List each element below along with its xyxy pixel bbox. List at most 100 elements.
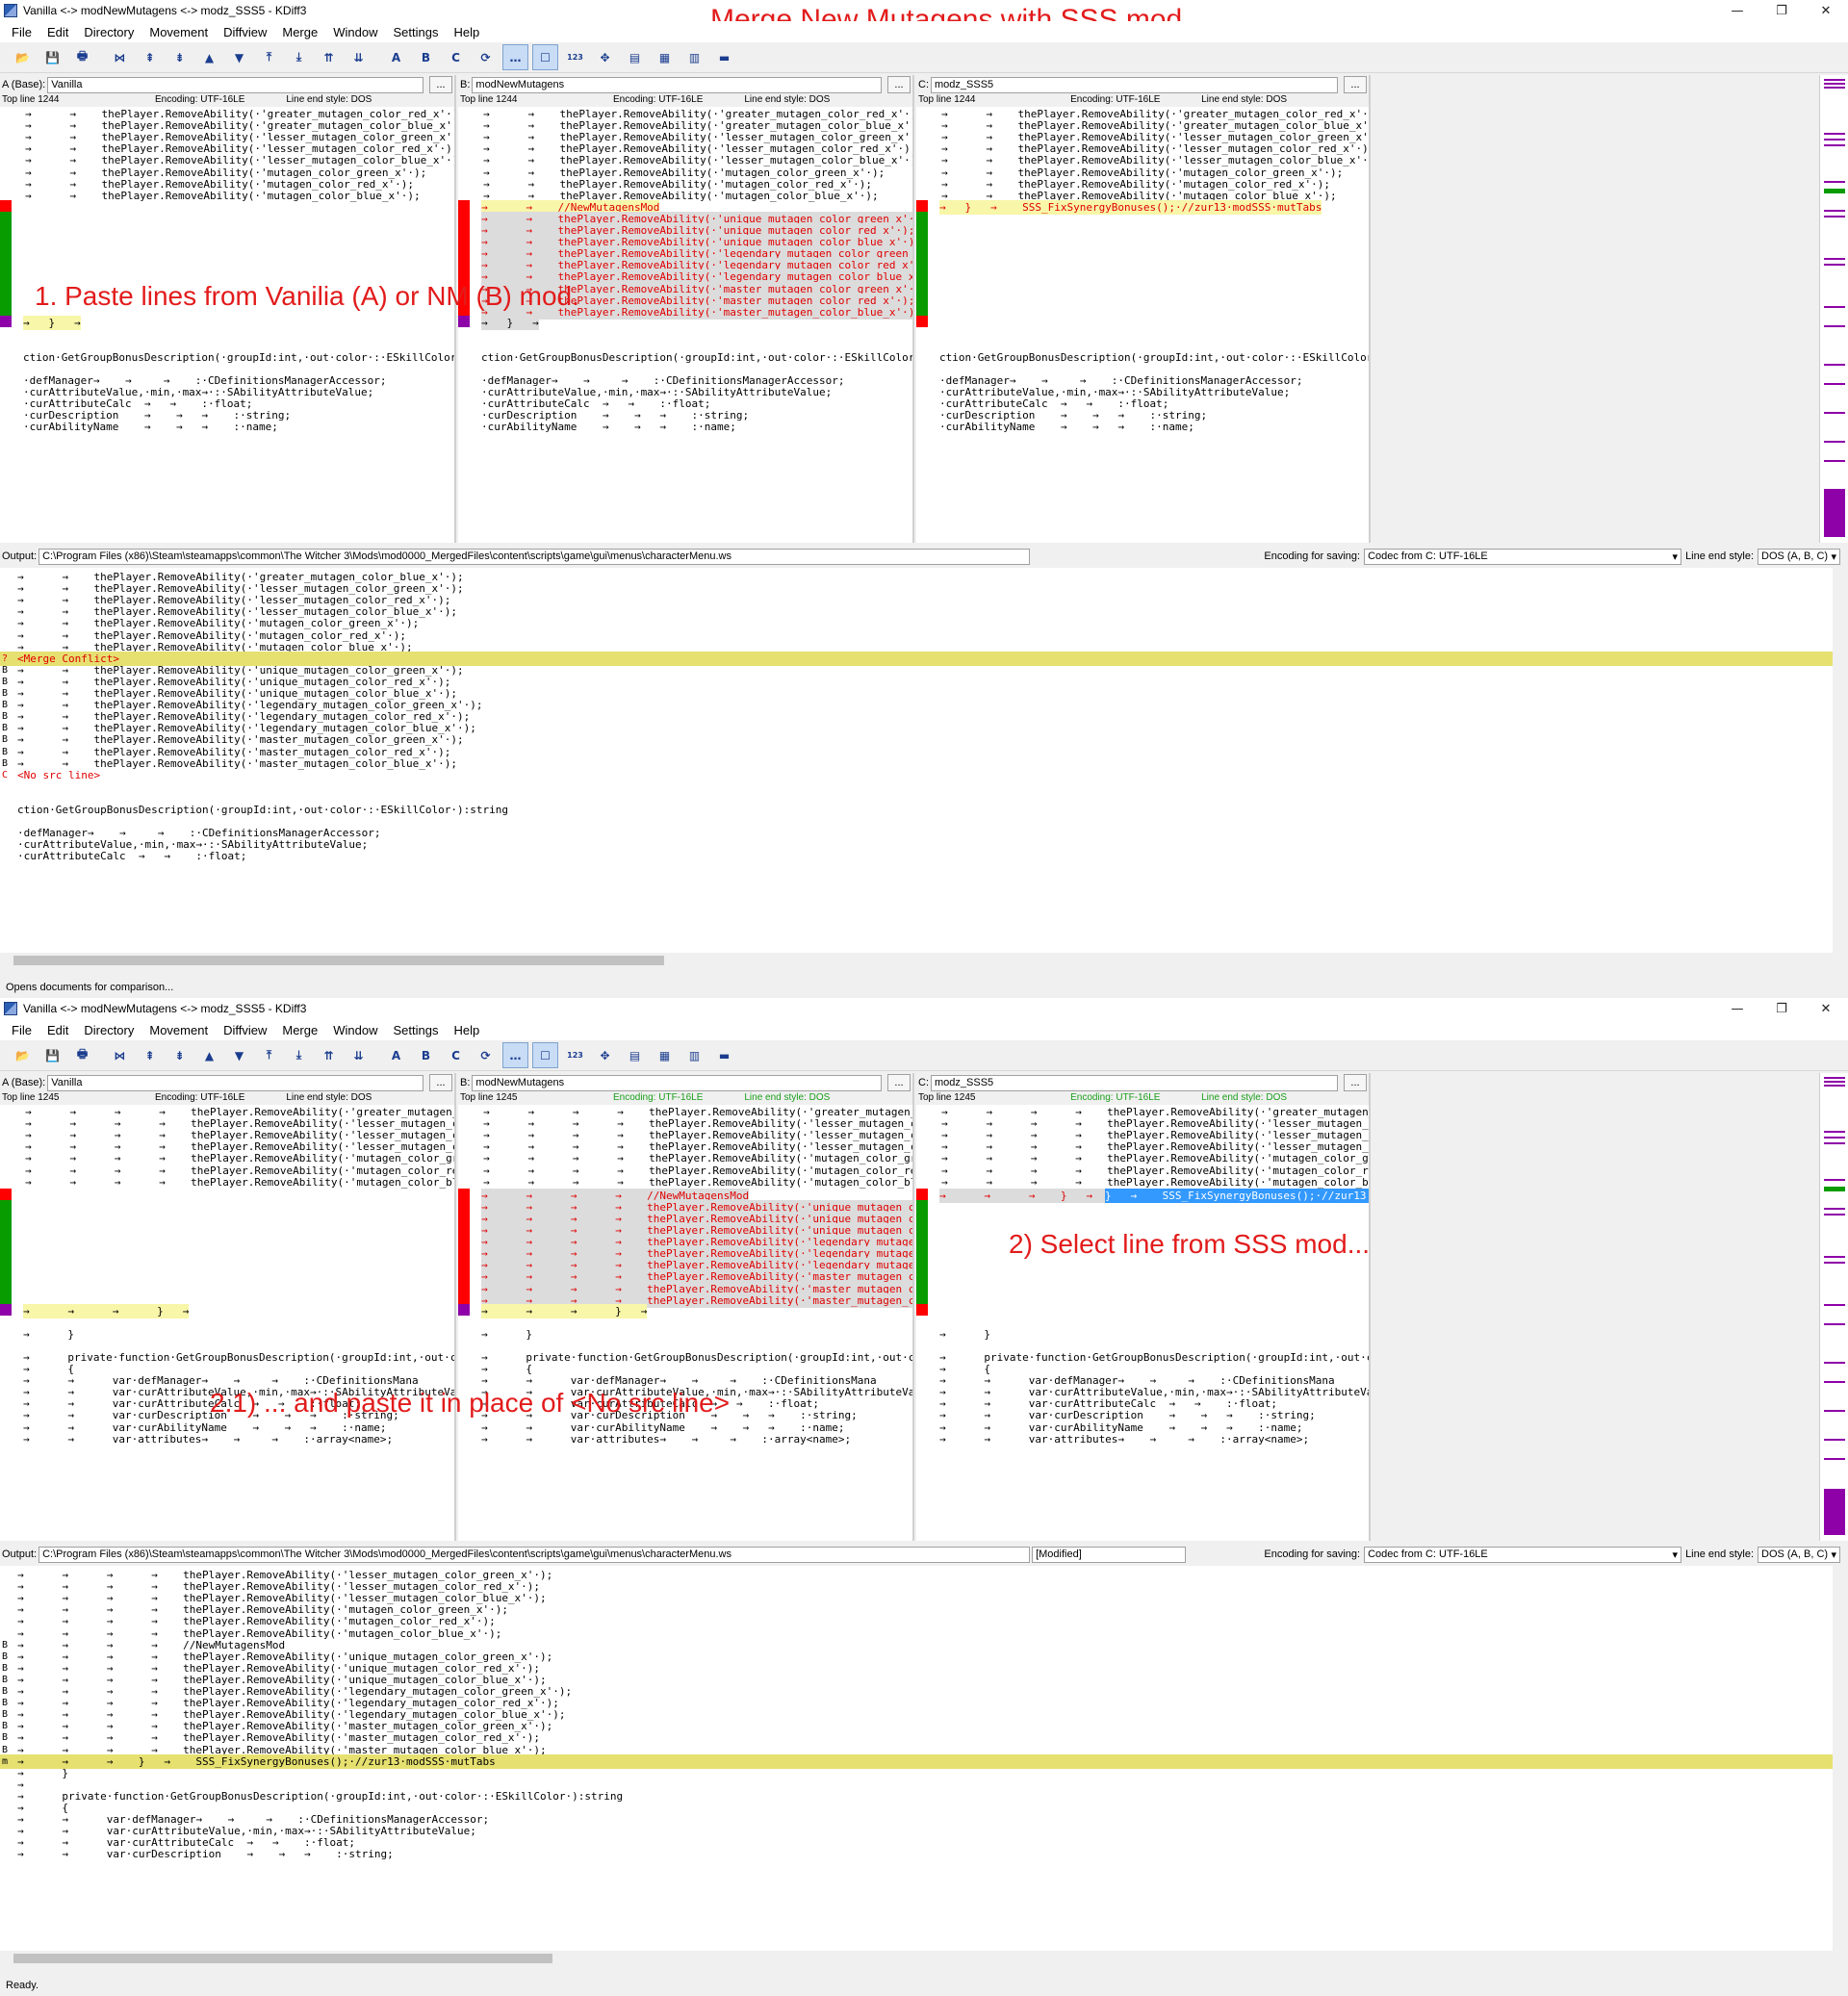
pane-a-browse-button[interactable]: ... — [429, 76, 452, 93]
minimize-button[interactable]: — — [1715, 998, 1759, 1019]
line-numbers-icon[interactable]: 123 — [562, 44, 588, 70]
pane-b-browse-button[interactable]: ... — [887, 76, 911, 93]
scrollbar-thumb[interactable] — [13, 956, 664, 965]
bottom-icon[interactable]: ⇊ — [346, 1042, 372, 1068]
whitespace-icon[interactable]: … — [502, 44, 528, 70]
menu-settings[interactable]: Settings — [385, 1023, 446, 1037]
open-icon[interactable]: 📂 — [10, 44, 36, 70]
menu-file[interactable]: File — [4, 25, 39, 39]
menu-diffview[interactable]: Diffview — [216, 25, 274, 39]
pane-c-browse-button[interactable]: ... — [1344, 1074, 1367, 1091]
diff-overview-bar[interactable] — [1819, 75, 1848, 543]
menu-edit[interactable]: Edit — [39, 25, 76, 39]
menu-help[interactable]: Help — [446, 1023, 487, 1037]
menu-window[interactable]: Window — [325, 25, 385, 39]
pane-a-browse-button[interactable]: ... — [429, 1074, 452, 1091]
dash-icon[interactable]: ▬ — [711, 1042, 737, 1068]
move-icon[interactable]: ✥ — [592, 44, 618, 70]
encoding-saving-select[interactable]: Codec from C: UTF-16LE ▾ — [1364, 1546, 1682, 1563]
first-unsolved-icon[interactable]: ⤒ — [256, 1042, 282, 1068]
top-icon[interactable]: ⇈ — [316, 1042, 342, 1068]
pane-a-text-area[interactable]: → → thePlayer.RemoveAbility(·'greater_mu… — [0, 107, 454, 543]
diff-icon[interactable]: ⋈ — [107, 44, 133, 70]
print-icon[interactable]: 🖶 — [69, 1042, 95, 1068]
restore-button[interactable]: ❐ — [1759, 998, 1804, 1019]
prev-diff-icon[interactable]: ▲ — [196, 44, 222, 70]
close-button[interactable]: ✕ — [1804, 998, 1848, 1019]
top-icon[interactable]: ⇈ — [316, 44, 342, 70]
menu-directory[interactable]: Directory — [76, 25, 141, 39]
line-end-style-select[interactable]: DOS (A, B, C) ▾ — [1758, 548, 1840, 565]
minimize-button[interactable]: — — [1715, 0, 1759, 21]
open-icon[interactable]: 📂 — [10, 1042, 36, 1068]
layout-3-icon[interactable]: ▥ — [681, 44, 707, 70]
output-vertical-scrollbar[interactable] — [1833, 568, 1848, 953]
layout-2-icon[interactable]: ▦ — [652, 1042, 678, 1068]
diff-overview-bar[interactable] — [1819, 1073, 1848, 1541]
auto-advance-icon[interactable]: ⟳ — [473, 1042, 499, 1068]
output-horizontal-scrollbar[interactable] — [0, 1951, 1833, 1966]
selected-sss-text[interactable]: } → SSS_FixSynergyBonuses();·//zur13·mod… — [1105, 1188, 1369, 1203]
menu-file[interactable]: File — [4, 1023, 39, 1037]
menu-settings[interactable]: Settings — [385, 25, 446, 39]
whitespace-icon[interactable]: … — [502, 1042, 528, 1068]
pane-b-text-area[interactable]: → → → → thePlayer.RemoveAbility(·'greate… — [458, 1105, 912, 1541]
bottom-icon[interactable]: ⇊ — [346, 44, 372, 70]
menu-directory[interactable]: Directory — [76, 1023, 141, 1037]
output-horizontal-scrollbar[interactable] — [0, 953, 1833, 968]
menu-diffview[interactable]: Diffview — [216, 1023, 274, 1037]
next-diff-icon[interactable]: ▼ — [226, 1042, 252, 1068]
layout-1-icon[interactable]: ▤ — [622, 44, 648, 70]
pane-c-file-input[interactable]: modz_SSS5 — [931, 1074, 1338, 1091]
last-unsolved-icon[interactable]: ⤓ — [286, 44, 312, 70]
layout-3-icon[interactable]: ▥ — [681, 1042, 707, 1068]
next-conflict-icon[interactable]: ⇟ — [167, 1042, 192, 1068]
choose-b-icon[interactable]: B — [413, 1042, 439, 1068]
pane-c-browse-button[interactable]: ... — [1344, 76, 1367, 93]
prev-diff-icon[interactable]: ▲ — [196, 1042, 222, 1068]
next-conflict-icon[interactable]: ⇟ — [167, 44, 192, 70]
output-vertical-scrollbar[interactable] — [1833, 1566, 1848, 1951]
next-diff-icon[interactable]: ▼ — [226, 44, 252, 70]
pane-a-text-area[interactable]: → → → → thePlayer.RemoveAbility(·'greate… — [0, 1105, 454, 1541]
pane-a-file-input[interactable]: Vanilla — [47, 76, 424, 93]
output-path-input[interactable]: C:\Program Files (x86)\Steam\steamapps\c… — [38, 548, 1031, 565]
pane-c-text-area[interactable]: → → thePlayer.RemoveAbility(·'greater_mu… — [916, 107, 1369, 543]
line-numbers-icon[interactable]: 123 — [562, 1042, 588, 1068]
prev-conflict-icon[interactable]: ⇞ — [137, 1042, 163, 1068]
restore-button[interactable]: ❐ — [1759, 0, 1804, 21]
first-unsolved-icon[interactable]: ⤒ — [256, 44, 282, 70]
dash-icon[interactable]: ▬ — [711, 44, 737, 70]
menu-merge[interactable]: Merge — [274, 25, 325, 39]
merge-output-text-area[interactable]: → → → → thePlayer.RemoveAbility(·'lesser… — [0, 1566, 1833, 1951]
diff-icon[interactable]: ⋈ — [107, 1042, 133, 1068]
layout-1-icon[interactable]: ▤ — [622, 1042, 648, 1068]
menu-help[interactable]: Help — [446, 25, 487, 39]
pane-a-file-input[interactable]: Vanilla — [47, 1074, 424, 1091]
output-path-input[interactable]: C:\Program Files (x86)\Steam\steamapps\c… — [38, 1546, 1031, 1563]
merge-output-text-area[interactable]: → → thePlayer.RemoveAbility(·'greater_mu… — [0, 568, 1833, 953]
scrollbar-thumb[interactable] — [13, 1954, 552, 1963]
overview-icon[interactable]: ☐ — [532, 1042, 558, 1068]
pane-b-file-input[interactable]: modNewMutagens — [472, 76, 882, 93]
auto-advance-icon[interactable]: ⟳ — [473, 44, 499, 70]
pane-c-text-area[interactable]: → → → → thePlayer.RemoveAbility(·'greate… — [916, 1105, 1369, 1541]
save-icon[interactable]: 💾 — [39, 44, 65, 70]
print-icon[interactable]: 🖶 — [69, 44, 95, 70]
menu-movement[interactable]: Movement — [141, 25, 216, 39]
save-icon[interactable]: 💾 — [39, 1042, 65, 1068]
line-end-style-select[interactable]: DOS (A, B, C) ▾ — [1758, 1546, 1840, 1563]
choose-a-icon[interactable]: A — [383, 1042, 409, 1068]
encoding-saving-select[interactable]: Codec from C: UTF-16LE ▾ — [1364, 548, 1682, 565]
menu-merge[interactable]: Merge — [274, 1023, 325, 1037]
menu-window[interactable]: Window — [325, 1023, 385, 1037]
prev-conflict-icon[interactable]: ⇞ — [137, 44, 163, 70]
choose-a-icon[interactable]: A — [383, 44, 409, 70]
pane-b-browse-button[interactable]: ... — [887, 1074, 911, 1091]
menu-movement[interactable]: Movement — [141, 1023, 216, 1037]
menu-edit[interactable]: Edit — [39, 1023, 76, 1037]
choose-c-icon[interactable]: C — [443, 1042, 469, 1068]
close-button[interactable]: ✕ — [1804, 0, 1848, 21]
pane-c-file-input[interactable]: modz_SSS5 — [931, 76, 1338, 93]
pane-b-file-input[interactable]: modNewMutagens — [472, 1074, 882, 1091]
